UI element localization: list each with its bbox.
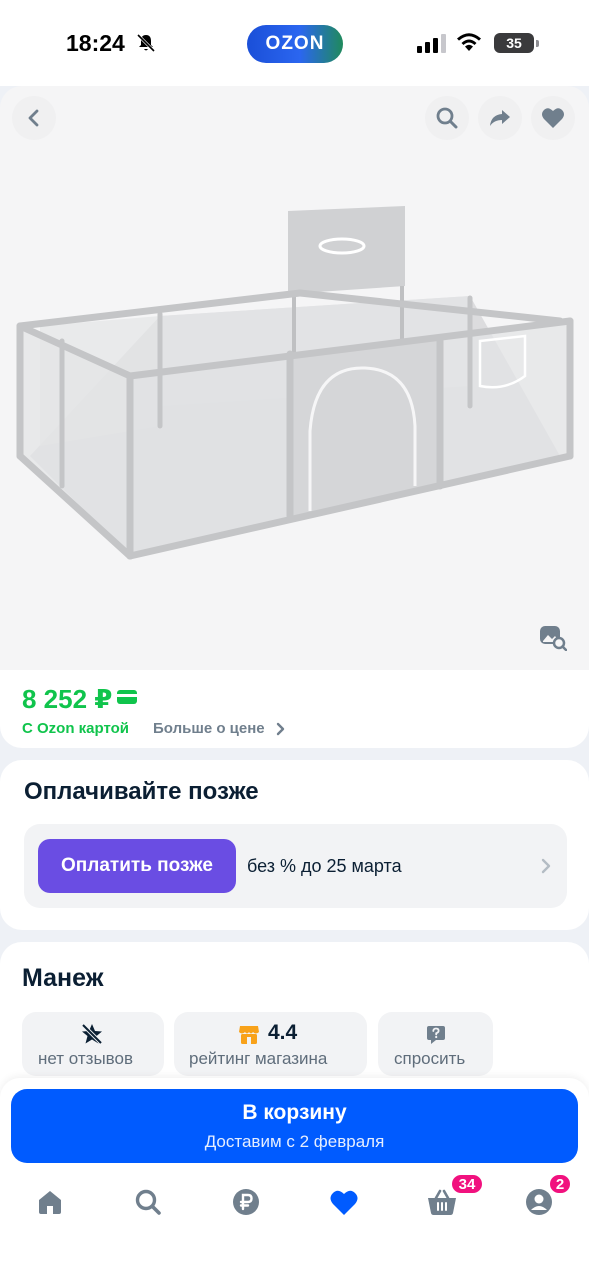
delivery-date-label: Доставим с 2 февраля xyxy=(204,1132,385,1151)
cellular-signal-icon xyxy=(417,34,446,53)
chevron-left-icon xyxy=(28,109,39,127)
image-search-button[interactable] xyxy=(533,618,573,658)
store-rating-value: 4.4 xyxy=(268,1021,298,1044)
status-time: 18:24 xyxy=(66,30,125,56)
ozon-logo: OZON xyxy=(247,25,343,63)
image-search-icon xyxy=(540,626,567,651)
card-icon xyxy=(117,690,137,704)
heart-icon xyxy=(542,108,564,128)
add-to-cart-label: В корзину xyxy=(242,1101,347,1124)
tab-favorites[interactable] xyxy=(324,1182,364,1222)
heart-icon xyxy=(330,1190,358,1215)
search-icon xyxy=(135,1189,161,1215)
bell-muted-icon xyxy=(136,33,156,53)
store-rating-label: рейтинг магазина xyxy=(189,1049,328,1068)
pay-later-description: без % до 25 марта xyxy=(247,856,402,876)
product-title: Манеж xyxy=(22,964,104,992)
reviews-label: нет отзывов xyxy=(38,1049,133,1068)
question-icon xyxy=(427,1026,445,1044)
add-to-cart-button[interactable]: В корзину Доставим с 2 февраля xyxy=(11,1089,578,1163)
profile-icon xyxy=(526,1189,552,1215)
back-button[interactable] xyxy=(12,96,56,140)
store-icon xyxy=(239,1026,259,1044)
share-button[interactable] xyxy=(478,96,522,140)
pay-later-button[interactable]: Оплатить позже xyxy=(38,839,236,893)
chevron-right-icon xyxy=(276,722,285,736)
product-image[interactable] xyxy=(0,86,589,676)
ruble-icon xyxy=(233,1189,259,1215)
pay-later-title: Оплачивайте позже xyxy=(24,778,259,805)
playpen-illustration xyxy=(16,206,574,560)
ask-question-label: спросить xyxy=(394,1049,466,1068)
tab-home[interactable] xyxy=(30,1182,70,1222)
search-button[interactable] xyxy=(425,96,469,140)
basket-icon xyxy=(428,1189,456,1215)
price-value: 8 252 ₽ xyxy=(22,684,113,714)
wifi-icon xyxy=(457,33,481,51)
chevron-right-icon xyxy=(541,858,551,874)
ozon-card-label[interactable]: С Ozon картой xyxy=(22,720,129,737)
home-icon xyxy=(39,1191,61,1214)
tab-finance[interactable] xyxy=(226,1182,266,1222)
tab-search[interactable] xyxy=(128,1182,168,1222)
profile-badge: 2 xyxy=(548,1173,572,1195)
favorite-button[interactable] xyxy=(531,96,575,140)
status-bar: 18:24 OZON 35 xyxy=(0,0,589,86)
star-slash-icon xyxy=(81,1023,103,1045)
more-about-price-link[interactable]: Больше о цене xyxy=(153,720,265,737)
battery-indicator: 35 xyxy=(494,33,539,53)
cart-badge: 34 xyxy=(450,1173,484,1195)
search-icon xyxy=(436,107,458,129)
share-icon xyxy=(490,110,510,126)
